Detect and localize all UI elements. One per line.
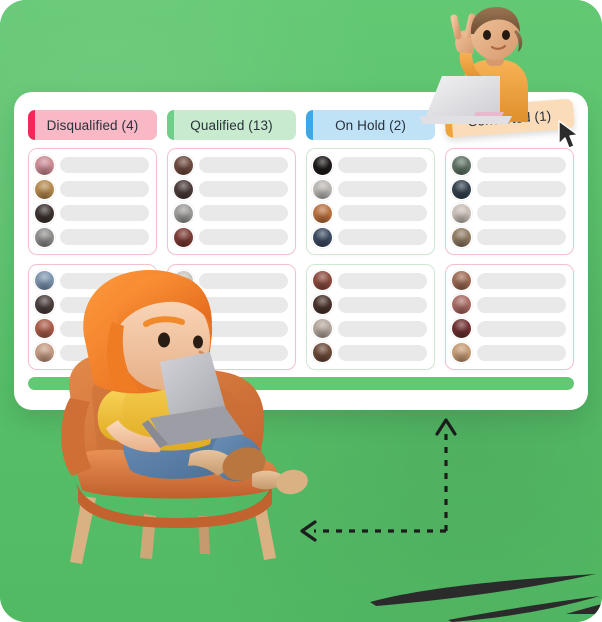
lead-row[interactable]	[313, 203, 427, 223]
avatar-man-brown	[313, 343, 332, 363]
lead-row[interactable]	[174, 203, 288, 223]
avatar-woman-orange	[313, 203, 332, 223]
avatar-man-light	[313, 179, 332, 199]
lead-row[interactable]	[174, 179, 288, 199]
lead-card[interactable]	[445, 263, 574, 370]
lead-row[interactable]	[35, 227, 149, 247]
lead-name-placeholder	[199, 181, 288, 198]
avatar-woman-dark-hair	[174, 179, 193, 199]
avatar-person-pale	[452, 203, 471, 223]
avatar-woman-long-hair	[452, 227, 471, 247]
lead-name-placeholder	[477, 229, 566, 246]
on-hold-column	[306, 148, 435, 370]
lead-row[interactable]	[35, 155, 149, 175]
brush-scribble	[352, 570, 602, 622]
lead-row[interactable]	[452, 203, 566, 223]
lead-card[interactable]	[445, 148, 574, 255]
lead-name-placeholder	[60, 157, 149, 174]
lead-name-placeholder	[199, 157, 288, 174]
lead-name-placeholder	[199, 229, 288, 246]
lead-name-placeholder	[338, 181, 427, 198]
lead-name-placeholder	[60, 205, 149, 222]
lead-name-placeholder	[60, 181, 149, 198]
lead-row[interactable]	[313, 319, 427, 339]
lead-row[interactable]	[313, 155, 427, 175]
avatar-woman-pink-2	[452, 295, 471, 315]
lead-row[interactable]	[452, 227, 566, 247]
avatar-man-dark	[35, 203, 54, 223]
lead-name-placeholder	[338, 320, 427, 337]
lead-name-placeholder	[338, 344, 427, 361]
avatar-man-cap	[313, 319, 332, 339]
avatar-woman-blonde	[35, 179, 54, 199]
avatar-person-grey	[174, 203, 193, 223]
avatar-woman-dark-2	[313, 295, 332, 315]
lead-row[interactable]	[452, 155, 566, 175]
lead-row[interactable]	[452, 319, 566, 339]
tab-label: Qualified (13)	[190, 117, 273, 133]
tab-accent-bar	[306, 110, 313, 140]
lead-row[interactable]	[452, 343, 566, 363]
lead-row[interactable]	[313, 227, 427, 247]
lead-row[interactable]	[313, 179, 427, 199]
avatar-man-suit	[452, 179, 471, 199]
tab-label: On Hold (2)	[335, 117, 406, 133]
lead-row[interactable]	[313, 343, 427, 363]
avatar-woman-pink	[35, 155, 54, 175]
tab-label: Disqualified (4)	[46, 117, 139, 133]
lead-name-placeholder	[199, 205, 288, 222]
lead-card[interactable]	[28, 148, 157, 255]
lead-row[interactable]	[313, 271, 427, 291]
3d-person-peace-sign-with-laptop	[416, 4, 576, 124]
avatar-woman-brunette	[452, 271, 471, 291]
lead-name-placeholder	[60, 229, 149, 246]
lead-name-placeholder	[338, 229, 427, 246]
screenshot-root: Disqualified (4) Qualified (13) On Hold …	[0, 0, 602, 622]
lead-row[interactable]	[174, 155, 288, 175]
avatar-woman-maroon	[452, 319, 471, 339]
lead-name-placeholder	[477, 320, 566, 337]
avatar-silhouette	[313, 155, 332, 175]
lead-name-placeholder	[338, 157, 427, 174]
lead-row[interactable]	[35, 179, 149, 199]
lead-name-placeholder	[477, 344, 566, 361]
lead-card[interactable]	[306, 148, 435, 255]
lead-name-placeholder	[477, 181, 566, 198]
lead-row[interactable]	[174, 227, 288, 247]
lead-name-placeholder	[477, 205, 566, 222]
avatar-woman-blonde-2	[452, 343, 471, 363]
lead-card[interactable]	[306, 263, 435, 370]
lead-name-placeholder	[477, 157, 566, 174]
avatar-man-green	[452, 155, 471, 175]
lead-name-placeholder	[477, 272, 566, 289]
avatar-man-grey	[35, 227, 54, 247]
lead-row[interactable]	[35, 203, 149, 223]
lead-name-placeholder	[477, 296, 566, 313]
avatar-woman-brown	[174, 155, 193, 175]
tab-accent-bar	[167, 110, 174, 140]
dashed-callout-arrow	[286, 405, 486, 545]
avatar-woman-smiling	[313, 271, 332, 291]
tab-qualified[interactable]: Qualified (13)	[167, 110, 296, 140]
lead-card[interactable]	[167, 148, 296, 255]
lead-name-placeholder	[338, 272, 427, 289]
avatar-man-navy	[313, 227, 332, 247]
tab-accent-bar	[28, 110, 35, 140]
lead-row[interactable]	[452, 271, 566, 291]
lead-row[interactable]	[452, 179, 566, 199]
lead-name-placeholder	[338, 205, 427, 222]
tab-disqualified[interactable]: Disqualified (4)	[28, 110, 157, 140]
3d-woman-on-armchair-with-laptop	[48, 268, 310, 568]
lead-row[interactable]	[313, 295, 427, 315]
lead-name-placeholder	[338, 296, 427, 313]
converted-column	[445, 148, 574, 370]
lead-row[interactable]	[452, 295, 566, 315]
avatar-woman-curly	[174, 227, 193, 247]
